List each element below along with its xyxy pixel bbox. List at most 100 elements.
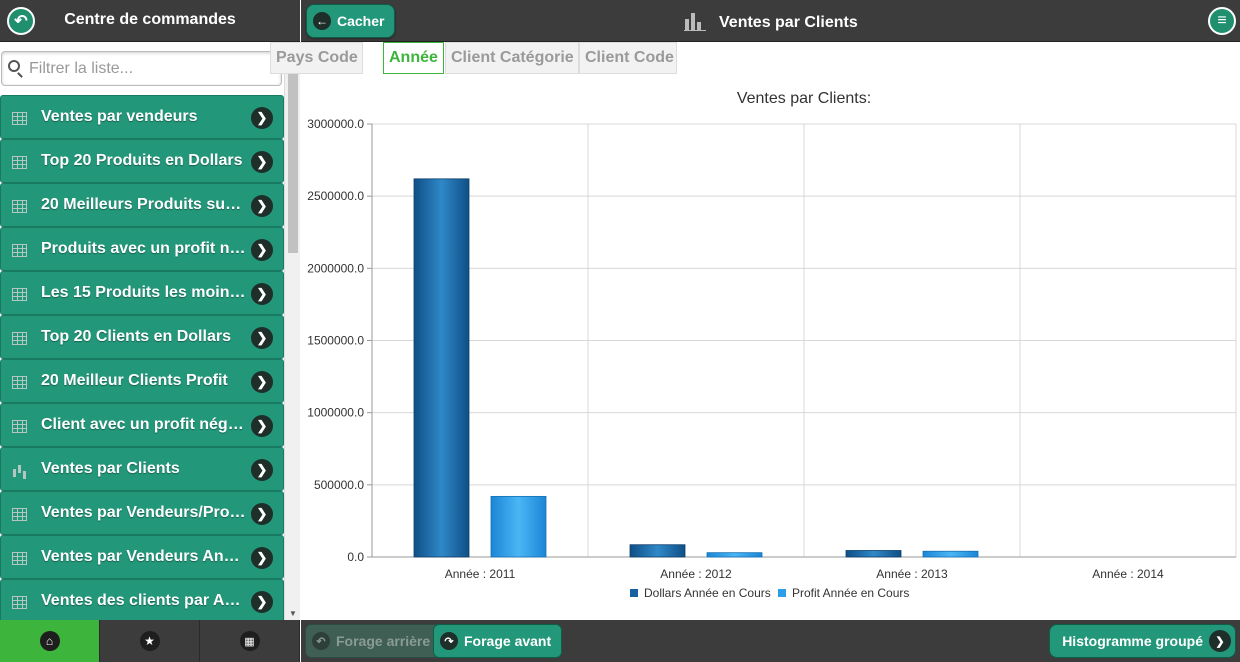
y-tick-label: 500000.0 bbox=[314, 478, 364, 492]
legend-swatch bbox=[778, 589, 786, 597]
table-icon bbox=[12, 288, 27, 301]
tab-pays-code[interactable]: Pays Code bbox=[270, 42, 363, 74]
y-tick-label: 2500000.0 bbox=[307, 189, 364, 203]
table-icon bbox=[12, 112, 27, 125]
hide-button[interactable]: ← Cacher bbox=[306, 4, 396, 38]
list-item[interactable]: Top 20 Clients en Dollars ❯ bbox=[0, 315, 284, 359]
list-item-label: Top 20 Clients en Dollars bbox=[41, 328, 231, 345]
list-item[interactable]: Ventes par Vendeurs Année ❯ bbox=[0, 535, 284, 579]
tab-client-categorie[interactable]: Client Catégorie bbox=[445, 42, 579, 74]
search-icon bbox=[8, 60, 20, 72]
bar bbox=[413, 178, 470, 558]
chevron-right-icon: ❯ bbox=[251, 327, 273, 349]
sidebar-scrollbar[interactable]: ▼ bbox=[284, 51, 300, 621]
chevron-right-icon: ❯ bbox=[251, 459, 273, 481]
tab-annee[interactable]: Année bbox=[383, 42, 444, 74]
table-icon bbox=[12, 156, 27, 169]
chevron-right-icon: ❯ bbox=[251, 107, 273, 129]
chevron-right-icon: ❯ bbox=[251, 151, 273, 173]
list-item-label: Ventes par Clients bbox=[41, 460, 180, 477]
y-tick-label: 3000000.0 bbox=[307, 117, 364, 131]
hide-button-label: Cacher bbox=[337, 13, 385, 29]
bar-chart-icon bbox=[684, 13, 706, 31]
bar bbox=[845, 550, 902, 558]
table-icon bbox=[12, 244, 27, 257]
list-item-label: 20 Meilleurs Produits sur le profit bbox=[41, 196, 246, 213]
chart-type-select[interactable]: Histogramme groupé ❯ bbox=[1049, 624, 1236, 658]
drill-forward-label: Forage avant bbox=[464, 633, 552, 649]
table-icon bbox=[12, 376, 27, 389]
list-item[interactable]: Ventes des clients par Année ❯ bbox=[0, 579, 284, 623]
list-item-label: Ventes des clients par Année bbox=[41, 592, 246, 609]
table-icon bbox=[12, 420, 27, 433]
list-item[interactable]: Produits avec un profit négatif ❯ bbox=[0, 227, 284, 271]
chevron-right-icon: ❯ bbox=[251, 239, 273, 261]
home-button[interactable]: ⌂ bbox=[0, 620, 100, 662]
tab-client-code[interactable]: Client Code bbox=[579, 42, 677, 74]
y-tick-label: 1000000.0 bbox=[307, 406, 364, 420]
table-icon bbox=[12, 332, 27, 345]
favorites-button[interactable]: ★ bbox=[100, 620, 200, 662]
x-tick-label: Année : 2011 bbox=[445, 567, 516, 581]
chart-type-label: Histogramme groupé bbox=[1062, 633, 1203, 649]
list-item[interactable]: 20 Meilleur Clients Profit ❯ bbox=[0, 359, 284, 403]
list-item-label: Ventes par vendeurs bbox=[41, 108, 198, 125]
menu-icon[interactable]: ≡ bbox=[1208, 7, 1236, 35]
chevron-right-icon: ❯ bbox=[251, 547, 273, 569]
list-item[interactable]: Top 20 Produits en Dollars ❯ bbox=[0, 139, 284, 183]
drill-back-button[interactable]: ↶ Forage arrière bbox=[305, 624, 442, 658]
list-item-label: Ventes par Vendeurs/Produits bbox=[41, 504, 246, 521]
report-list: Ventes par vendeurs ❯ Top 20 Produits en … bbox=[0, 95, 284, 623]
table-icon bbox=[12, 200, 27, 213]
chevron-right-icon: ❯ bbox=[251, 503, 273, 525]
filter-search bbox=[1, 51, 282, 86]
table-icon bbox=[12, 596, 27, 609]
list-item-label: Produits avec un profit négatif bbox=[41, 240, 246, 257]
arrow-left-icon: ← bbox=[313, 12, 331, 30]
main-header: ← Cacher Ventes par Clients ≡ bbox=[301, 0, 1240, 42]
list-item[interactable]: Les 15 Produits les moins vendus ❯ bbox=[0, 271, 284, 315]
chevron-down-icon: ❯ bbox=[1209, 630, 1231, 652]
grid-button[interactable]: ▦ bbox=[200, 620, 300, 662]
scroll-down-arrow-icon[interactable]: ▼ bbox=[289, 609, 297, 618]
legend-label: Profit Année en Cours bbox=[792, 586, 909, 600]
x-tick-label: Année : 2012 bbox=[660, 567, 732, 581]
chevron-right-icon: ❯ bbox=[251, 283, 273, 305]
list-item[interactable]: 20 Meilleurs Produits sur le profit ❯ bbox=[0, 183, 284, 227]
main-footer: ↶ Forage arrière ↷ Forage avant Histogra… bbox=[301, 620, 1240, 662]
list-item[interactable]: Client avec un profit négatif ❯ bbox=[0, 403, 284, 447]
bar bbox=[706, 552, 763, 558]
list-item-label: Ventes par Vendeurs Année bbox=[41, 548, 246, 565]
table-icon bbox=[12, 552, 27, 565]
grid-icon: ▦ bbox=[239, 631, 260, 651]
chart-area: Ventes par Clients: 0.0 500000.0 1000000.0 1… bbox=[301, 76, 1240, 620]
chevron-right-icon: ❯ bbox=[251, 371, 273, 393]
chevron-right-icon: ❯ bbox=[251, 591, 273, 613]
redo-icon: ↷ bbox=[440, 632, 458, 650]
list-item-label: Les 15 Produits les moins vendus bbox=[41, 284, 246, 301]
bar bbox=[629, 544, 686, 558]
y-tick-label: 1500000.0 bbox=[307, 334, 364, 348]
chevron-right-icon: ❯ bbox=[251, 415, 273, 437]
search-input[interactable] bbox=[29, 58, 274, 80]
list-item-label: Top 20 Produits en Dollars bbox=[41, 152, 243, 169]
legend-label: Dollars Année en Cours bbox=[644, 586, 771, 600]
x-tick-label: Année : 2014 bbox=[1092, 567, 1164, 581]
list-item[interactable]: Ventes par vendeurs ❯ bbox=[0, 95, 284, 139]
bar-chart: Ventes par Clients: 0.0 500000.0 1000000.0 1… bbox=[307, 90, 1237, 600]
drill-forward-button[interactable]: ↷ Forage avant bbox=[433, 624, 563, 658]
sidebar-title: Centre de commandes bbox=[64, 11, 236, 28]
scroll-thumb[interactable] bbox=[288, 73, 298, 253]
list-item[interactable]: Ventes par Clients ❯ bbox=[0, 447, 284, 491]
chevron-right-icon: ❯ bbox=[251, 195, 273, 217]
list-item[interactable]: Ventes par Vendeurs/Produits ❯ bbox=[0, 491, 284, 535]
legend-swatch bbox=[630, 589, 638, 597]
bar bbox=[490, 495, 547, 558]
bar bbox=[922, 550, 979, 558]
y-tick-label: 0.0 bbox=[347, 550, 364, 564]
y-tick-label: 2000000.0 bbox=[307, 261, 364, 275]
sidebar-footer: ⌂ ★ ▦ bbox=[0, 620, 300, 662]
bar-chart-icon bbox=[12, 464, 27, 477]
drill-back-label: Forage arrière bbox=[336, 633, 431, 649]
list-item-label: 20 Meilleur Clients Profit bbox=[41, 372, 228, 389]
